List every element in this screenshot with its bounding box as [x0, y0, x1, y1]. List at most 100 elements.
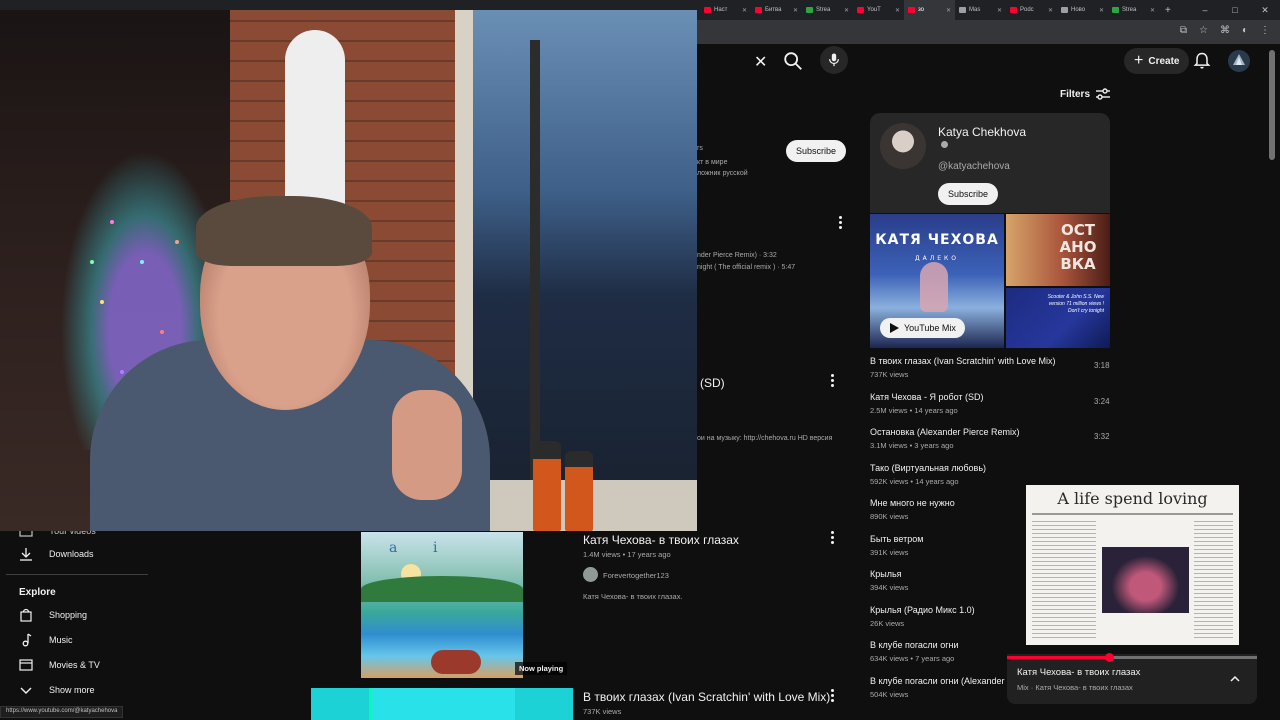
browser-tab[interactable]: YouT ✕	[853, 0, 904, 20]
channel-avatar[interactable]	[880, 123, 926, 169]
webcam-person-hand	[392, 390, 462, 500]
notifications-bell-icon[interactable]	[1192, 51, 1212, 71]
up-next-item[interactable]: Катя Чехова - Я робот (SD) 2.5M views • 1…	[870, 392, 1115, 415]
sidebar-item-downloads[interactable]: Downloads	[19, 546, 94, 562]
page-scrollbar[interactable]	[1268, 44, 1276, 720]
track-fragment[interactable]: night ( The official remix ) · 5:47	[697, 264, 795, 271]
filters-button[interactable]: Filters	[1060, 88, 1111, 100]
mini-player-frame-column	[1194, 521, 1233, 639]
browser-tab[interactable]: зо ✕	[904, 0, 955, 20]
account-avatar[interactable]	[1228, 50, 1250, 72]
browser-tab[interactable]: Mas ✕	[955, 0, 1006, 20]
close-tab-icon[interactable]: ✕	[946, 7, 951, 14]
browser-tab[interactable]: Podc ✕	[1006, 0, 1057, 20]
film-icon	[19, 659, 33, 671]
browser-tab[interactable]: Ново ✕	[1057, 0, 1108, 20]
sidebar-item-music[interactable]: Music	[19, 632, 73, 648]
search-icon[interactable]	[782, 50, 804, 72]
video-title-fragment[interactable]: (SD)	[700, 376, 725, 390]
up-next-title[interactable]: В твоих глазах (Ivan Scratchin' with Lov…	[870, 356, 1070, 366]
scrollbar-thumb[interactable]	[1269, 50, 1275, 160]
close-tab-icon[interactable]: ✕	[742, 7, 747, 14]
video-thumbnail[interactable]: a i	[361, 532, 523, 678]
sidebar-divider	[6, 574, 148, 575]
bookmark-star-icon[interactable]: ☆	[1199, 25, 1208, 36]
browser-tab[interactable]: Битва ✕	[751, 0, 802, 20]
close-tab-icon[interactable]: ✕	[1048, 7, 1053, 14]
install-icon[interactable]: ⧉	[1180, 25, 1187, 36]
youtube-mix-button[interactable]: YouTube Mix	[880, 318, 965, 338]
voice-search-button[interactable]	[820, 46, 848, 74]
track-fragment[interactable]: nder Pierce Remix) · 3:32	[697, 252, 777, 259]
mini-player-scrubber[interactable]	[1105, 653, 1114, 662]
youtube-mix-thumbnail[interactable]: КАТЯ ЧЕХОВА ДАЛЕКО ОСТ АНО ВКА Scooter & …	[870, 214, 1110, 348]
new-tab-icon[interactable]: +	[1159, 5, 1177, 16]
subscribe-button[interactable]: Subscribe	[786, 140, 847, 162]
up-next-item[interactable]: Остановка (Alexander Pierce Remix) 3.1M v…	[870, 427, 1115, 450]
microphone-icon	[829, 53, 839, 67]
tab-favicon-icon	[755, 7, 762, 13]
close-tab-icon[interactable]: ✕	[895, 7, 900, 14]
mini-player-title[interactable]: Катя Чехова- в твоих глазах	[1017, 667, 1140, 678]
browser-tab[interactable]: Strea ✕	[1108, 0, 1159, 20]
up-next-title[interactable]: Катя Чехова - Я робот (SD)	[870, 392, 1070, 402]
clear-search-icon[interactable]: ✕	[754, 52, 767, 72]
filters-sliders-icon	[1096, 88, 1111, 100]
up-next-title[interactable]: Остановка (Alexander Pierce Remix)	[870, 427, 1070, 437]
minimize-icon[interactable]: –	[1190, 0, 1220, 20]
tab-label: Битва	[765, 7, 782, 13]
channel-avatar[interactable]	[583, 567, 598, 582]
thumbnail-caption: ОСТ АНО ВКА	[1059, 221, 1097, 273]
plus-icon: +	[1134, 52, 1144, 69]
mini-player-frame-image	[1102, 547, 1189, 613]
extensions-icon[interactable]: ⌘	[1220, 25, 1230, 36]
more-actions-icon[interactable]	[827, 687, 837, 703]
browser-tab[interactable]: Strea ✕	[802, 0, 853, 20]
sidebar-item-movies-tv[interactable]: Movies & TV	[19, 657, 100, 673]
more-actions-icon[interactable]	[827, 372, 837, 388]
close-tab-icon[interactable]: ✕	[793, 7, 798, 14]
tab-favicon-icon	[908, 7, 915, 13]
profile-icon[interactable]: ◐	[1242, 25, 1248, 36]
video-title[interactable]: Катя Чехова- в твоих глазах	[583, 533, 739, 547]
maximize-icon[interactable]: □	[1220, 0, 1250, 20]
video-meta: 737K views	[583, 707, 622, 716]
chevron-up-icon[interactable]	[1229, 673, 1241, 685]
video-desc-fragment: ои на музыку: http://chehova.ru HD верси…	[697, 435, 833, 442]
mini-player-video[interactable]: A life spend loving	[1007, 472, 1257, 654]
channel-name[interactable]: Forevertogether123	[603, 571, 669, 580]
mix-pill-label: YouTube Mix	[904, 323, 956, 333]
mini-player-frame-column	[1032, 521, 1096, 639]
more-actions-icon[interactable]	[835, 214, 845, 230]
sidebar-item-shopping[interactable]: Shopping	[19, 607, 87, 623]
thumbnail-glyph: i	[433, 540, 438, 556]
up-next-meta: 2.5M views • 14 years ago	[870, 405, 958, 415]
tab-label: Podc	[1020, 7, 1034, 13]
create-button[interactable]: + Create	[1124, 48, 1190, 74]
subscribe-button[interactable]: Subscribe	[938, 183, 999, 205]
up-next-title[interactable]: Тако (Виртуальная любовь)	[870, 463, 1070, 473]
close-tab-icon[interactable]: ✕	[1099, 7, 1104, 14]
mini-player-progress-bar[interactable]	[1007, 653, 1257, 662]
close-window-icon[interactable]: ✕	[1250, 0, 1280, 20]
close-tab-icon[interactable]: ✕	[1150, 7, 1155, 14]
close-tab-icon[interactable]: ✕	[997, 7, 1002, 14]
more-actions-icon[interactable]	[827, 529, 837, 545]
up-next-item[interactable]: В твоих глазах (Ivan Scratchin' with Lov…	[870, 356, 1115, 379]
music-note-icon	[22, 633, 32, 647]
menu-icon[interactable]: ⋮	[1260, 25, 1270, 36]
channel-name[interactable]: Katya Chekhova	[938, 125, 1026, 139]
mini-player[interactable]: A life spend loving Катя Чехова- в твоих…	[1007, 472, 1257, 704]
video-description: Катя Чехова- в твоих глазах.	[583, 592, 683, 601]
browser-tab[interactable]: Наст ✕	[700, 0, 751, 20]
status-bar-url: https://www.youtube.com/@katyachehova	[0, 706, 124, 718]
video-thumbnail[interactable]	[311, 688, 573, 720]
thumbnail-caption: КАТЯ ЧЕХОВА ДАЛЕКО	[875, 232, 999, 262]
mix-side-thumbnail: ОСТ АНО ВКА	[1006, 214, 1110, 286]
sidebar-show-more[interactable]: Show more	[19, 682, 95, 698]
tab-favicon-icon	[857, 7, 864, 13]
video-title[interactable]: В твоих глазах (Ivan Scratchin' with Lov…	[583, 690, 830, 704]
close-tab-icon[interactable]: ✕	[844, 7, 849, 14]
sidebar-item-label: Music	[49, 635, 73, 645]
channel-handle[interactable]: @katyachehova	[938, 161, 1010, 172]
